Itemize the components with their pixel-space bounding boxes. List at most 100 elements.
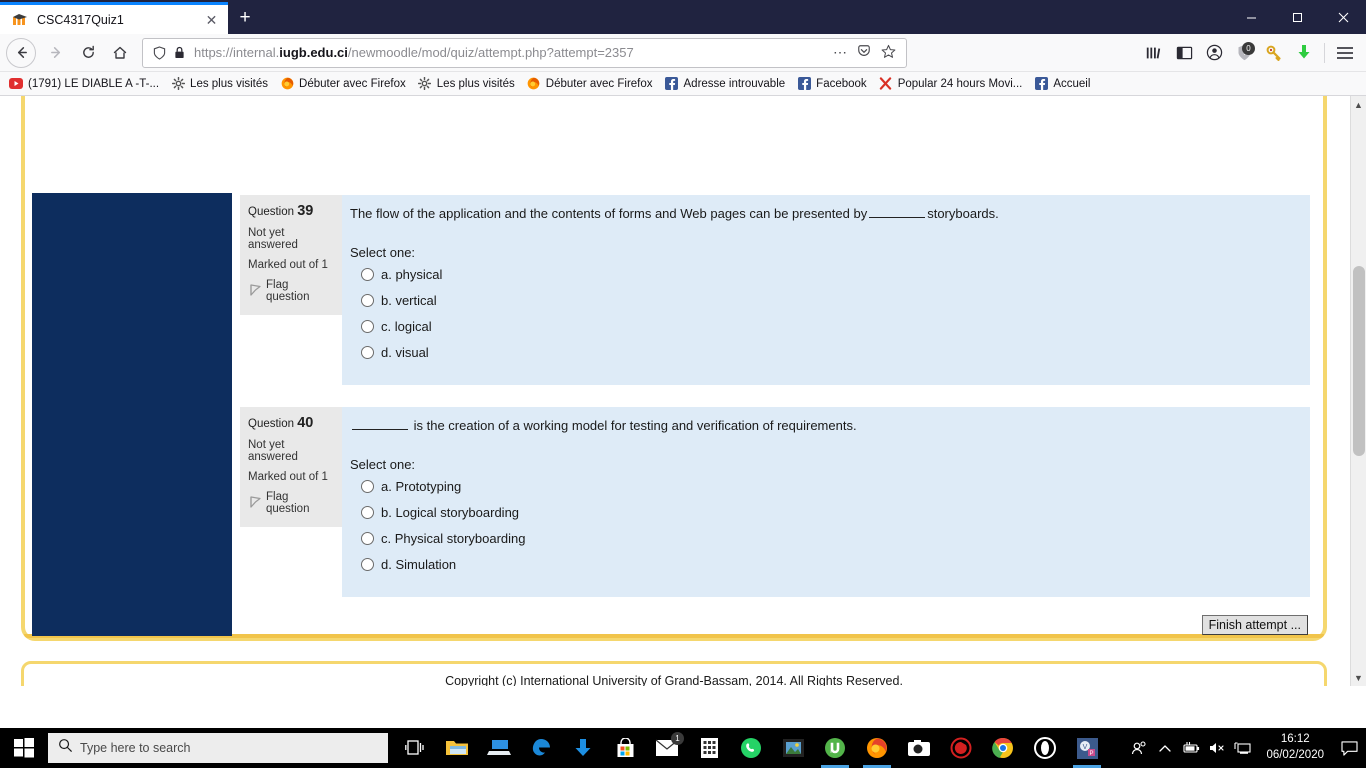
back-button[interactable] [6, 37, 36, 68]
shield-badge-count: 0 [1242, 41, 1255, 55]
bookmark-item[interactable]: Débuter avec Firefox [522, 75, 658, 93]
windows-start-icon[interactable] [0, 728, 48, 768]
flag-question-button[interactable]: Flag question [248, 491, 332, 515]
answer-option[interactable]: b. vertical [350, 293, 1298, 308]
radio-button[interactable] [361, 320, 374, 334]
answer-option[interactable]: a. physical [350, 267, 1298, 282]
maximize-icon[interactable] [1274, 0, 1320, 34]
browser-toolbar-icons: ? 0 [1139, 38, 1360, 68]
question-text: is the creation of a working model for t… [350, 417, 1298, 435]
network-icon[interactable] [1230, 728, 1256, 768]
search-input[interactable]: Type here to search [48, 733, 388, 763]
flag-question-button[interactable]: Flag question [248, 279, 332, 303]
action-center-icon[interactable] [1334, 728, 1364, 768]
windows-taskbar: Type here to search 1 V P 16:12 06/02/20… [0, 728, 1366, 768]
chrome-icon[interactable] [982, 728, 1024, 768]
vegas-icon[interactable]: VP [1066, 728, 1108, 768]
radio-button[interactable] [361, 480, 374, 494]
download-icon[interactable] [1289, 38, 1319, 68]
close-icon[interactable] [1320, 0, 1366, 34]
answer-option[interactable]: c. logical [350, 319, 1298, 334]
browser-tab[interactable]: CSC4317Quiz1 ✕ [0, 2, 228, 34]
answer-label: b. Logical storyboarding [381, 505, 520, 521]
bookmark-item[interactable]: Accueil [1029, 75, 1095, 93]
question-content: is the creation of a working model for t… [342, 407, 1310, 598]
whatsapp-icon[interactable] [730, 728, 772, 768]
bookmark-item[interactable]: Facebook [792, 75, 872, 93]
radio-button[interactable] [361, 532, 374, 546]
answer-option[interactable]: c. Physical storyboarding [350, 531, 1298, 546]
address-bar[interactable]: https://internal.iugb.edu.ci/newmoodle/m… [142, 37, 907, 68]
answer-option[interactable]: d. visual [350, 345, 1298, 360]
svg-text:V: V [1082, 744, 1087, 751]
lock-icon[interactable] [169, 46, 189, 59]
scroll-down-icon[interactable]: ▼ [1351, 669, 1366, 686]
pocket-icon[interactable] [852, 44, 876, 61]
home-button[interactable] [104, 37, 136, 69]
answer-option[interactable]: d. Simulation [350, 557, 1298, 572]
close-icon[interactable]: ✕ [203, 11, 220, 28]
account-icon[interactable] [1199, 38, 1229, 68]
vertical-scrollbar[interactable]: ▲ ▼ [1350, 96, 1366, 686]
scroll-up-icon[interactable]: ▲ [1351, 96, 1366, 113]
camera-icon[interactable] [898, 728, 940, 768]
shield-icon[interactable] [149, 45, 169, 60]
bookmark-item[interactable]: Popular 24 hours Movi... [874, 75, 1028, 93]
finish-attempt-button[interactable]: Finish attempt ... [1201, 615, 1308, 635]
sidebar-icon[interactable] [1169, 38, 1199, 68]
menu-icon[interactable] [1330, 38, 1360, 68]
bookmark-item[interactable]: Les plus visités [413, 75, 520, 93]
mail-icon[interactable]: 1 [646, 728, 688, 768]
edge-icon[interactable] [520, 728, 562, 768]
browser-tab-bar: CSC4317Quiz1 ✕ + [0, 0, 1366, 34]
moodle-icon [12, 12, 28, 28]
question-marks: Marked out of 1 [248, 471, 328, 484]
key-icon[interactable] [1259, 38, 1289, 68]
reload-button[interactable] [72, 37, 104, 69]
bookmark-item[interactable]: (1791) LE DIABLE A -T-... [4, 75, 164, 93]
firefox-icon[interactable] [856, 728, 898, 768]
question-block: Question 40 Not yet answered Marked out … [240, 407, 1310, 598]
opera-icon[interactable] [1024, 728, 1066, 768]
bookmark-item[interactable]: Adresse introuvable [660, 75, 791, 93]
radio-button[interactable] [361, 346, 374, 360]
shield-badge-icon[interactable]: ? 0 [1229, 38, 1259, 68]
tab-title: CSC4317Quiz1 [37, 12, 124, 27]
utorrent-icon[interactable] [814, 728, 856, 768]
bookmark-item[interactable]: Débuter avec Firefox [275, 75, 411, 93]
answer-label: d. Simulation [381, 557, 457, 573]
download-manager-icon[interactable] [562, 728, 604, 768]
page-actions-icon[interactable]: ⋯ [828, 44, 852, 61]
answer-option[interactable]: a. Prototyping [350, 479, 1298, 494]
calculator-icon[interactable] [688, 728, 730, 768]
show-hidden-icons-icon[interactable] [1152, 728, 1178, 768]
taskbar-clock[interactable]: 16:12 06/02/2020 [1256, 732, 1334, 763]
people-icon[interactable] [1126, 728, 1152, 768]
question-block: Question 39 Not yet answered Marked out … [240, 195, 1310, 386]
file-explorer-icon[interactable] [436, 728, 478, 768]
question-status: Not yet answered [248, 439, 298, 464]
bookmark-label: Accueil [1053, 77, 1091, 90]
battery-icon[interactable] [1178, 728, 1204, 768]
photos-icon[interactable] [772, 728, 814, 768]
minimize-icon[interactable] [1228, 0, 1274, 34]
microsoft-store-icon[interactable] [604, 728, 646, 768]
bookmark-label: Popular 24 hours Movi... [897, 77, 1023, 90]
task-view-icon[interactable] [394, 728, 436, 768]
radio-button[interactable] [361, 294, 374, 308]
new-tab-button[interactable]: + [228, 2, 262, 34]
window-controls [1228, 0, 1366, 34]
bookmark-star-icon[interactable] [876, 44, 900, 62]
remote-desktop-icon[interactable] [478, 728, 520, 768]
question-status: Not yet answered [248, 227, 298, 251]
radio-button[interactable] [361, 506, 374, 520]
bookmark-item[interactable]: Les plus visités [166, 75, 273, 93]
answer-option[interactable]: b. Logical storyboarding [350, 505, 1298, 520]
radio-button[interactable] [361, 558, 374, 572]
scrollbar-thumb[interactable] [1353, 266, 1365, 456]
radio-button[interactable] [361, 268, 374, 282]
footer-background [0, 641, 1334, 646]
volume-muted-icon[interactable] [1204, 728, 1230, 768]
library-icon[interactable] [1139, 38, 1169, 68]
red-app-icon[interactable] [940, 728, 982, 768]
